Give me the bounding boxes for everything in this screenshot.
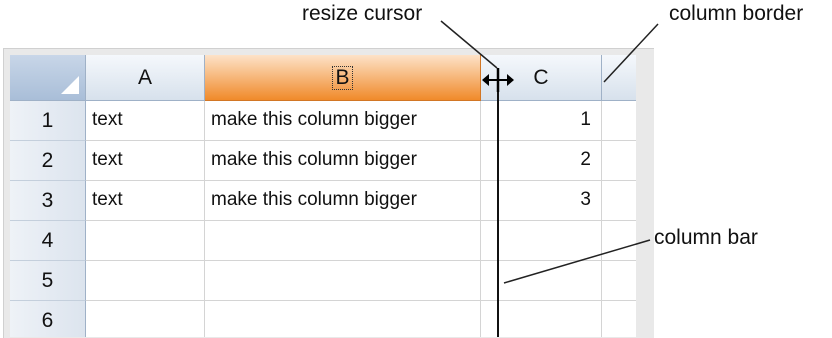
annotation-leader-lines [440,20,659,284]
resize-cursor-leader [440,20,498,69]
column-border-leader [603,23,659,83]
column-bar-leader [503,239,651,284]
